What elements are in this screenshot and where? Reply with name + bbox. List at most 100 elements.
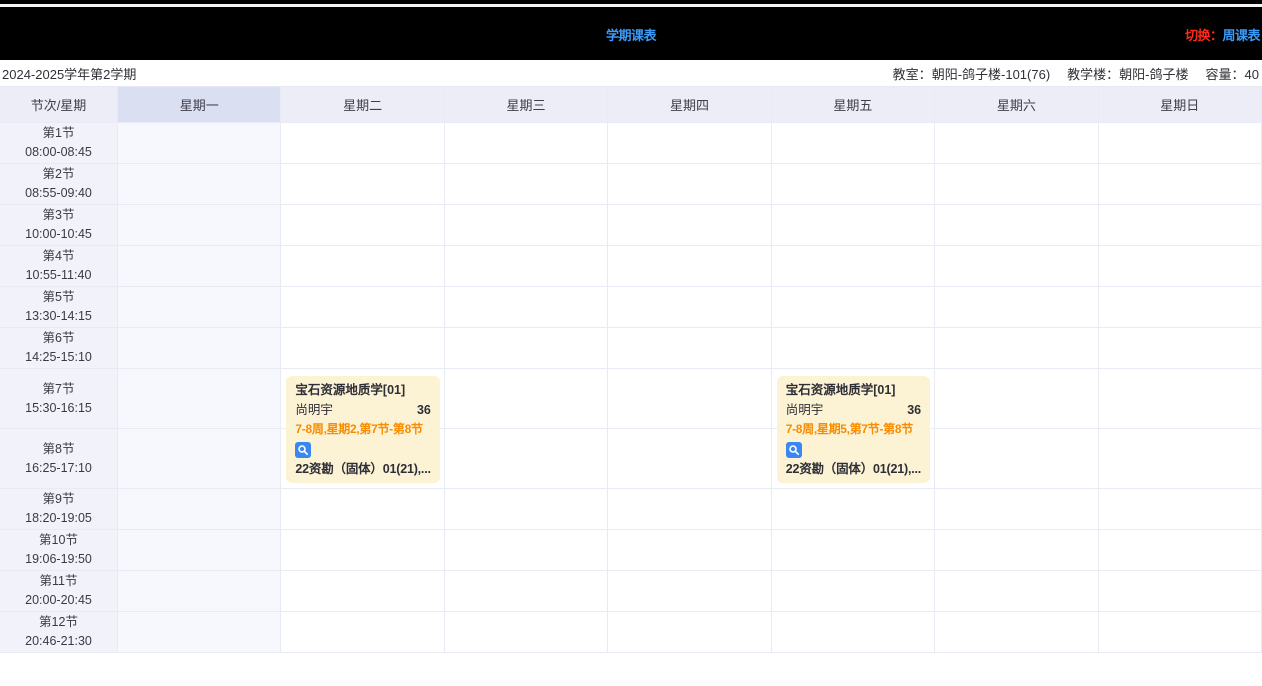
timetable-cell bbox=[281, 489, 444, 530]
course-teacher: 尚明宇 bbox=[295, 401, 333, 421]
day-header-2: 星期二 bbox=[281, 87, 444, 123]
course-card[interactable]: 宝石资源地质学[01]尚明宇367-8周,星期5,第7节-第8节22资勘（固体）… bbox=[777, 376, 930, 483]
timetable-cell bbox=[1099, 489, 1262, 530]
course-class-info: 22资勘（固体）01(21),... bbox=[295, 460, 430, 480]
page-title: 学期课表 bbox=[0, 25, 1262, 44]
timetable-cell bbox=[281, 530, 444, 571]
period-cell: 第12节20:46-21:30 bbox=[0, 612, 118, 653]
period-cell: 第5节13:30-14:15 bbox=[0, 287, 118, 328]
timetable-cell bbox=[1099, 328, 1262, 369]
timetable-cell bbox=[772, 328, 935, 369]
timetable-cell bbox=[281, 612, 444, 653]
timetable-cell bbox=[935, 612, 1098, 653]
timetable-cell bbox=[608, 369, 771, 429]
period-cell: 第8节16:25-17:10 bbox=[0, 429, 118, 489]
timetable-cell bbox=[608, 287, 771, 328]
timetable-cell bbox=[445, 429, 608, 489]
period-name: 第1节 bbox=[43, 124, 75, 143]
timetable-cell bbox=[281, 246, 444, 287]
period-name: 第5节 bbox=[43, 288, 75, 307]
timetable-cell bbox=[445, 246, 608, 287]
period-time: 16:25-17:10 bbox=[25, 459, 92, 478]
timetable-cell bbox=[935, 123, 1098, 164]
timetable-cell bbox=[772, 489, 935, 530]
timetable-cell bbox=[935, 530, 1098, 571]
switch-target-week-view[interactable]: 周课表 bbox=[1222, 28, 1260, 43]
period-time: 18:20-19:05 bbox=[25, 509, 92, 528]
timetable-cell bbox=[772, 246, 935, 287]
timetable-cell bbox=[935, 489, 1098, 530]
period-time: 10:00-10:45 bbox=[25, 225, 92, 244]
course-schedule: 7-8周,星期2,第7节-第8节 bbox=[295, 420, 430, 440]
day-header-5: 星期五 bbox=[772, 87, 935, 123]
timetable-cell bbox=[118, 489, 281, 530]
timetable-cell bbox=[935, 369, 1098, 429]
period-cell: 第9节18:20-19:05 bbox=[0, 489, 118, 530]
capacity-value: 40 bbox=[1245, 67, 1259, 82]
course-title: 宝石资源地质学[01] bbox=[295, 381, 430, 401]
capacity-info: 容量：40 bbox=[1206, 64, 1259, 83]
period-name: 第9节 bbox=[43, 490, 75, 509]
timetable-cell bbox=[608, 489, 771, 530]
period-name: 第10节 bbox=[39, 531, 78, 550]
course-student-count: 36 bbox=[907, 401, 921, 421]
timetable: 节次/星期星期一星期二星期三星期四星期五星期六星期日第1节08:00-08:45… bbox=[0, 86, 1262, 653]
timetable-cell bbox=[445, 328, 608, 369]
timetable-cell bbox=[118, 328, 281, 369]
timetable-cell bbox=[445, 205, 608, 246]
timetable-cell bbox=[445, 571, 608, 612]
room-info-group: 教室：朝阳-鸽子楼-101(76) 教学楼：朝阳-鸽子楼 容量：40 bbox=[876, 64, 1259, 83]
timetable-cell bbox=[772, 164, 935, 205]
day-header-4: 星期四 bbox=[608, 87, 771, 123]
timetable-cell bbox=[281, 328, 444, 369]
timetable-cell bbox=[772, 571, 935, 612]
course-card[interactable]: 宝石资源地质学[01]尚明宇367-8周,星期2,第7节-第8节22资勘（固体）… bbox=[286, 376, 439, 483]
timetable-cell bbox=[281, 571, 444, 612]
doc-magnifier-icon[interactable] bbox=[295, 442, 311, 458]
period-time: 14:25-15:10 bbox=[25, 348, 92, 367]
period-time: 15:30-16:15 bbox=[25, 399, 92, 418]
timetable-cell bbox=[1099, 205, 1262, 246]
timetable-cell bbox=[1099, 164, 1262, 205]
timetable-cell bbox=[445, 489, 608, 530]
classroom-value: 朝阳-鸽子楼-101(76) bbox=[932, 67, 1050, 82]
timetable-cell bbox=[445, 287, 608, 328]
timetable-cell bbox=[281, 123, 444, 164]
timetable-cell bbox=[935, 287, 1098, 328]
info-bar: 2024-2025学年第2学期 教室：朝阳-鸽子楼-101(76) 教学楼：朝阳… bbox=[0, 60, 1262, 86]
period-cell: 第4节10:55-11:40 bbox=[0, 246, 118, 287]
day-header-3: 星期三 bbox=[445, 87, 608, 123]
timetable-cell bbox=[118, 571, 281, 612]
top-bar: 学期课表 切换：周课表 bbox=[0, 0, 1262, 60]
period-name: 第3节 bbox=[43, 206, 75, 225]
period-time: 20:46-21:30 bbox=[25, 632, 92, 651]
period-name: 第11节 bbox=[40, 572, 78, 591]
timetable-cell bbox=[118, 612, 281, 653]
timetable-cell bbox=[772, 612, 935, 653]
timetable-cell bbox=[445, 369, 608, 429]
timetable-cell bbox=[772, 530, 935, 571]
timetable-cell bbox=[445, 530, 608, 571]
timetable-cell bbox=[118, 530, 281, 571]
period-cell: 第7节15:30-16:15 bbox=[0, 369, 118, 429]
course-teacher: 尚明宇 bbox=[786, 401, 824, 421]
timetable-cell bbox=[445, 164, 608, 205]
period-cell: 第3节10:00-10:45 bbox=[0, 205, 118, 246]
view-switch-link[interactable]: 切换：周课表 bbox=[1185, 25, 1260, 44]
timetable-cell bbox=[118, 246, 281, 287]
period-name: 第2节 bbox=[43, 165, 75, 184]
doc-magnifier-icon[interactable] bbox=[786, 442, 802, 458]
period-cell: 第10节19:06-19:50 bbox=[0, 530, 118, 571]
timetable-cell bbox=[608, 612, 771, 653]
timetable-cell bbox=[608, 246, 771, 287]
timetable-cell bbox=[118, 205, 281, 246]
timetable-cell bbox=[1099, 612, 1262, 653]
timetable-cell bbox=[1099, 287, 1262, 328]
day-header-1: 星期一 bbox=[118, 87, 281, 123]
building-value: 朝阳-鸽子楼 bbox=[1119, 67, 1188, 82]
timetable-cell bbox=[608, 164, 771, 205]
period-time: 08:00-08:45 bbox=[25, 143, 92, 162]
timetable-cell bbox=[608, 123, 771, 164]
timetable-cell bbox=[772, 123, 935, 164]
timetable-cell bbox=[281, 164, 444, 205]
